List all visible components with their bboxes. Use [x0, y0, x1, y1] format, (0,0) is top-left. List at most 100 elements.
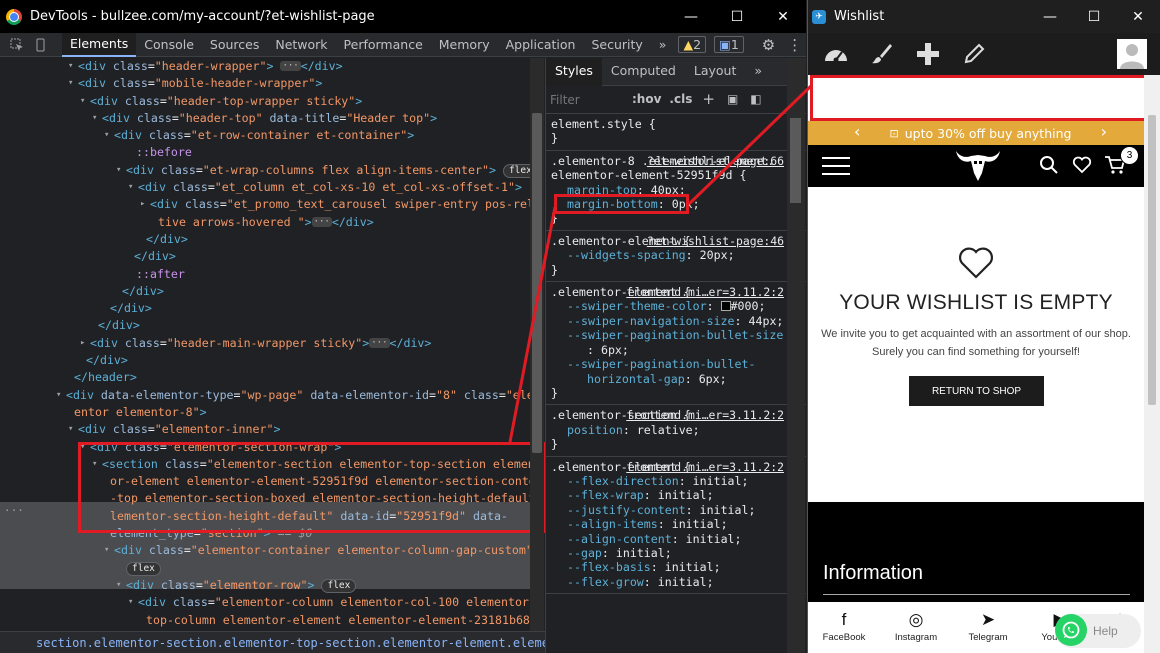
style-rule[interactable]: ?et-wishlist-page:66 .elementor-8 .elemen…	[546, 151, 806, 231]
search-icon[interactable]	[1039, 155, 1059, 179]
dom-tree-line[interactable]: </div>	[0, 300, 544, 317]
paint-icon[interactable]: ▣	[727, 92, 738, 106]
social-link-instagram[interactable]: ◎ Instagram	[880, 602, 952, 653]
dom-tree-line[interactable]: ▾ <div class="mobile-header-wrapper">	[0, 75, 544, 92]
dom-tree-line[interactable]: ::before	[0, 144, 544, 161]
tab-security[interactable]: Security	[583, 33, 650, 57]
dom-tree-line[interactable]: top-column elementor-element elementor-e…	[0, 612, 544, 629]
dom-tree-line[interactable]: tive arrows-hovered "> ··· </div>	[0, 214, 544, 231]
messages-badge[interactable]: ▣1	[710, 33, 748, 57]
more-style-tabs[interactable]: »	[745, 58, 771, 86]
rule-source-link: frontend.mi…er=3.11.2:2	[626, 408, 784, 423]
devtools-titlebar: DevTools - bullzee.com/my-account/?et-wi…	[0, 0, 806, 33]
dom-tree-line[interactable]: </div>	[0, 248, 544, 265]
dom-tree-line[interactable]: ▸ <div class="et_promo_text_carousel swip…	[0, 196, 544, 213]
return-to-shop-button[interactable]: RETURN TO SHOP	[909, 376, 1044, 406]
styles-filter-input[interactable]	[550, 89, 620, 110]
inspect-element-icon[interactable]	[0, 33, 30, 57]
hov-toggle[interactable]: :hov	[632, 92, 661, 106]
dom-tree[interactable]: ▾ <div class="header-wrapper"> ··· </div> ▾…	[0, 58, 544, 631]
promo-prev-arrow[interactable]: ‹	[854, 122, 860, 141]
tab-elements[interactable]: Elements	[62, 32, 137, 57]
tab-layout[interactable]: Layout	[685, 58, 746, 86]
app-maximize-button[interactable]: ☐	[1072, 0, 1116, 33]
bull-logo-icon[interactable]	[954, 147, 1002, 189]
device-toolbar-icon[interactable]	[30, 33, 54, 57]
site-header: 3	[808, 145, 1153, 187]
dom-tree-line[interactable]: ▾ <div class="et-row-container et-contain…	[0, 127, 544, 144]
dom-tree-line[interactable]: </div>	[0, 317, 544, 334]
style-rule[interactable]: frontend.mi…er=3.11.2:2 .elementor-elemen…	[546, 457, 806, 595]
brush-icon[interactable]	[864, 36, 900, 72]
social-label: Instagram	[894, 632, 938, 643]
dom-tree-line[interactable]: flex	[0, 560, 544, 577]
app-scrollbar[interactable]	[1144, 75, 1160, 653]
dom-tree-line[interactable]: </div>	[0, 352, 544, 369]
more-options-icon[interactable]: ⋮	[781, 33, 808, 57]
style-rule[interactable]: element.style {}	[546, 114, 806, 151]
dom-scrollbar[interactable]	[530, 58, 544, 631]
style-rule[interactable]: frontend.mi…er=3.11.2:2 .elementor-sectio…	[546, 405, 806, 457]
annotation-box-margin-top	[554, 194, 689, 214]
wishlist-heart-icon[interactable]	[1072, 155, 1092, 179]
facebook-icon: f	[841, 610, 847, 629]
warnings-count: 2	[693, 37, 702, 52]
dom-tree-line[interactable]: ▾ <div class="elementor-column elementor-…	[0, 594, 544, 611]
rule-source-link: ?et-wishlist-page:46	[646, 233, 784, 248]
hamburger-menu-icon[interactable]	[822, 157, 850, 175]
annotation-box-section	[78, 442, 545, 533]
node-options-icon[interactable]: ···	[4, 502, 24, 519]
app-titlebar: ✈ Wishlist — ☐ ✕	[808, 0, 1160, 33]
dom-tree-line[interactable]: ▾ <div class="et_column et_col-xs-10 et_c…	[0, 179, 544, 196]
dom-tree-line[interactable]: ▾ <div class="elementor-inner">	[0, 421, 544, 438]
sidebar-toggle-icon[interactable]: ◧	[750, 92, 761, 106]
app-minimize-button[interactable]: —	[1028, 0, 1072, 33]
more-tabs-button[interactable]: »	[651, 33, 675, 57]
tab-performance[interactable]: Performance	[336, 33, 431, 57]
breadcrumb[interactable]: section.elementor-section.elementor-top-…	[0, 631, 545, 653]
tab-network[interactable]: Network	[267, 33, 335, 57]
style-rule[interactable]: frontend.mi…er=3.11.2:2 .elementor-elemen…	[546, 282, 806, 406]
plus-icon[interactable]	[910, 36, 946, 72]
instagram-icon: ◎	[908, 610, 924, 629]
tab-styles[interactable]: Styles	[546, 57, 602, 86]
user-avatar[interactable]	[1117, 39, 1147, 69]
tab-computed[interactable]: Computed	[602, 58, 685, 86]
dom-tree-line[interactable]: ▾ <div data-elementor-type="wp-page" data…	[0, 387, 544, 404]
pencil-icon[interactable]	[956, 36, 992, 72]
styles-scrollbar[interactable]	[787, 58, 805, 653]
dom-tree-line[interactable]: ▾ <div class="header-top-wrapper sticky">	[0, 93, 544, 110]
color-swatch	[720, 301, 731, 312]
promo-next-arrow[interactable]: ›	[1101, 122, 1107, 141]
dom-tree-line[interactable]: ▾ <div class="et-wrap-columns flex align-…	[0, 162, 544, 179]
dom-tree-line[interactable]: ::after	[0, 266, 544, 283]
dom-tree-line[interactable]: </header>	[0, 369, 544, 386]
tab-memory[interactable]: Memory	[431, 33, 498, 57]
add-rule-icon[interactable]: +	[702, 92, 715, 107]
dom-tree-line[interactable]: </div>	[0, 283, 544, 300]
dom-tree-line[interactable]: entor elementor-8">	[0, 404, 544, 421]
dom-tree-line[interactable]: ▾ <div class="header-top" data-title="Hea…	[0, 110, 544, 127]
maximize-button[interactable]: ☐	[714, 0, 760, 33]
minimize-button[interactable]: —	[668, 0, 714, 33]
tab-sources[interactable]: Sources	[202, 33, 267, 57]
style-rule[interactable]: ?et-wishlist-page:46 .elementor-element {…	[546, 231, 806, 283]
social-link-telegram[interactable]: ➤ Telegram	[952, 602, 1024, 653]
dom-tree-line[interactable]: ▾ <div class="elementor-container element…	[0, 542, 544, 559]
dom-tree-line[interactable]: </div>	[0, 231, 544, 248]
close-button[interactable]: ✕	[760, 0, 806, 33]
social-link-facebook[interactable]: f FaceBook	[808, 602, 880, 653]
settings-gear-icon[interactable]: ⚙	[756, 33, 781, 57]
social-label: FaceBook	[822, 632, 866, 643]
dom-tree-line[interactable]: ▾ <div class="header-wrapper"> ··· </div>	[0, 58, 544, 75]
cls-toggle[interactable]: .cls	[669, 92, 692, 106]
tab-application[interactable]: Application	[498, 33, 584, 57]
dashboard-gauge-icon[interactable]	[818, 36, 854, 72]
dom-tree-line[interactable]: ▾ <div class="elementor-row"> flex	[0, 577, 544, 594]
warning-icon: ▲	[683, 37, 694, 52]
dom-tree-line[interactable]: ▸ <div class="header-main-wrapper sticky"…	[0, 335, 544, 352]
app-close-button[interactable]: ✕	[1116, 0, 1160, 33]
warnings-badge[interactable]: ▲2	[674, 33, 710, 57]
tab-console[interactable]: Console	[136, 33, 202, 57]
whatsapp-icon[interactable]	[1055, 614, 1087, 646]
